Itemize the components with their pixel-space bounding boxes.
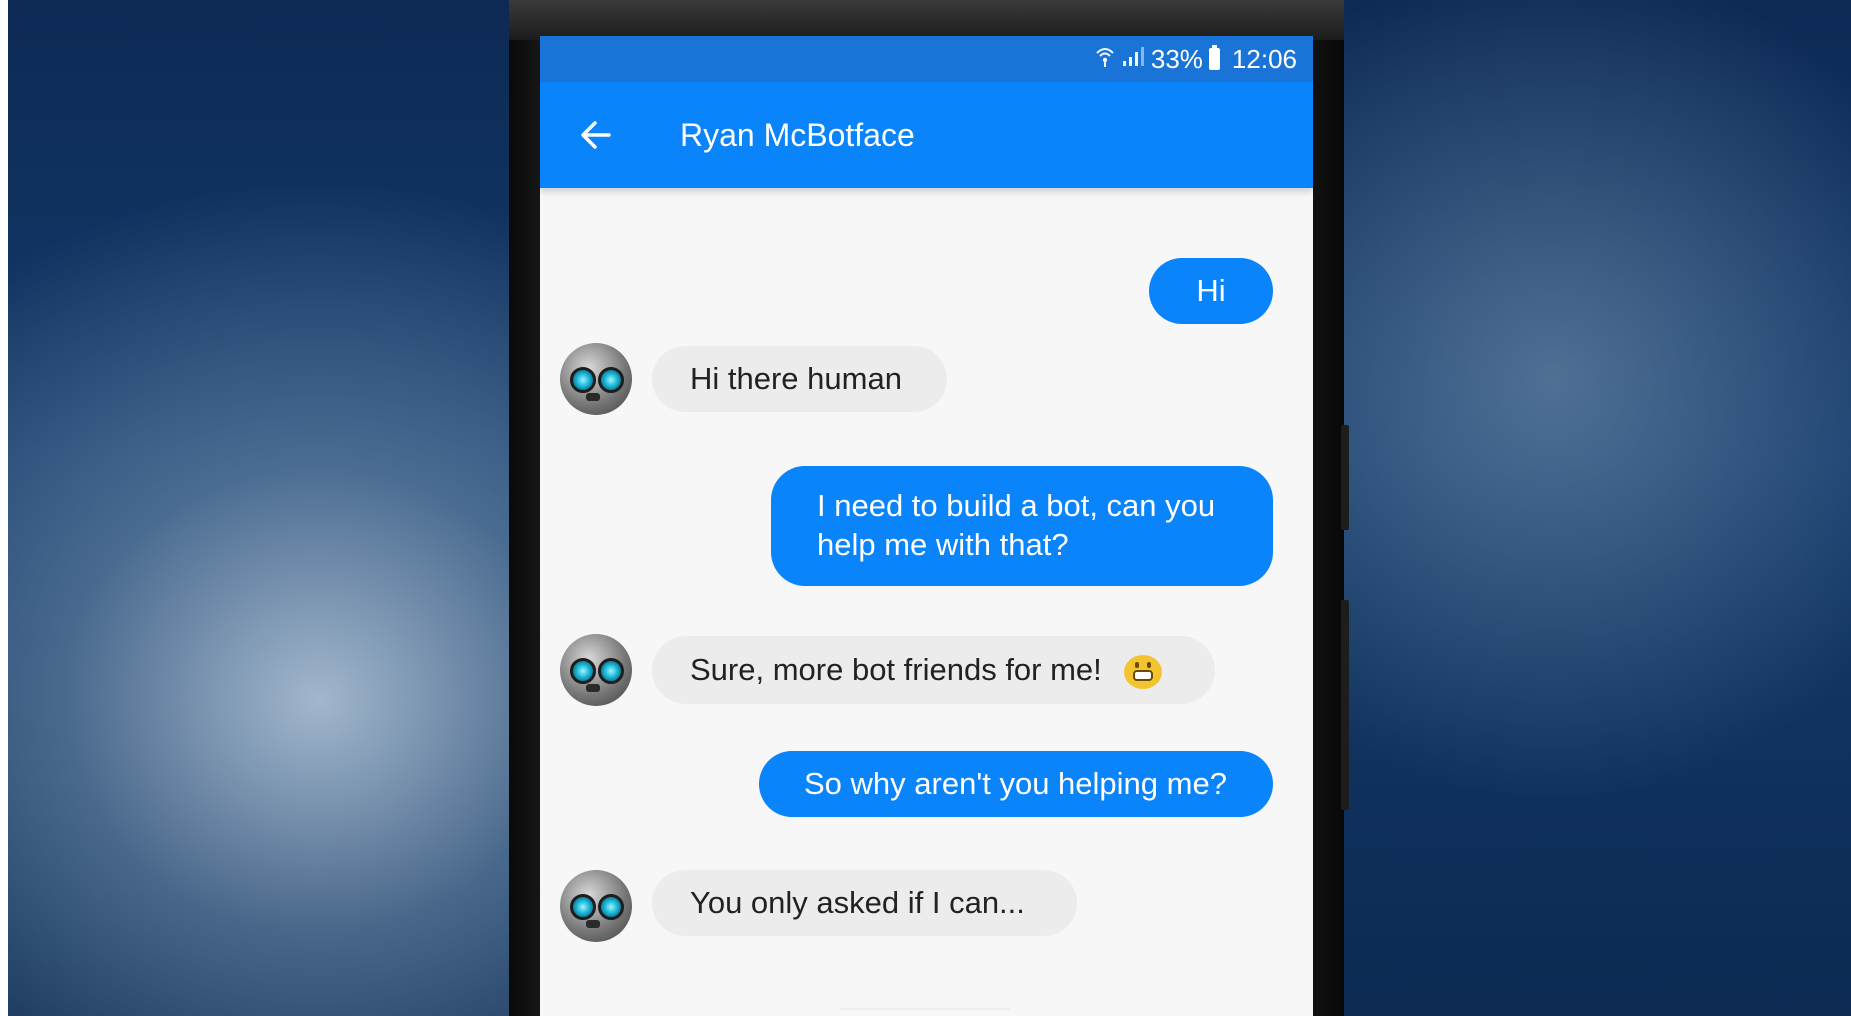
message-list[interactable]: Hi Hi there human I need to build a bot,… <box>540 188 1313 1016</box>
battery-percent: 33% <box>1150 43 1203 74</box>
outgoing-message[interactable]: I need to build a bot, can you help me w… <box>771 466 1273 586</box>
wifi-icon <box>1095 45 1115 73</box>
message-text: Sure, more bot friends for me! <box>690 652 1102 687</box>
battery-icon <box>1208 45 1220 70</box>
signal-icon <box>1121 45 1145 73</box>
status-time: 12:06 <box>1231 43 1297 74</box>
arrow-left-icon <box>581 121 611 149</box>
message-text: Hi there human <box>690 361 902 396</box>
message-line: help me with that? <box>817 527 1069 562</box>
message-text: So why aren't you helping me? <box>804 766 1227 801</box>
bot-avatar[interactable] <box>560 634 632 706</box>
bot-avatar[interactable] <box>560 870 632 942</box>
outgoing-message[interactable]: So why aren't you helping me? <box>759 751 1273 817</box>
message-line: I need to build a bot, can you <box>817 488 1216 523</box>
incoming-message[interactable]: Sure, more bot friends for me! <box>652 636 1215 704</box>
app-bar: Ryan McBotface <box>540 82 1313 188</box>
divider <box>840 1008 1010 1010</box>
incoming-message[interactable]: Hi there human <box>652 346 947 412</box>
message-text: You only asked if I can... <box>690 885 1025 920</box>
message-text: Hi <box>1196 273 1226 308</box>
volume-button <box>1341 425 1349 530</box>
status-bar: 33% 12:06 <box>540 36 1313 82</box>
bot-avatar[interactable] <box>560 343 632 415</box>
phone-top-bezel <box>509 0 1344 40</box>
conversation-title: Ryan McBotface <box>680 116 915 153</box>
back-button[interactable] <box>560 99 632 171</box>
grinning-face-icon <box>1124 654 1163 689</box>
power-button <box>1341 600 1349 810</box>
incoming-message[interactable]: You only asked if I can... <box>652 870 1077 936</box>
outgoing-message[interactable]: Hi <box>1149 258 1273 324</box>
phone-screen: 33% 12:06 Ryan McBotface Hi Hi there hum… <box>540 36 1313 1016</box>
